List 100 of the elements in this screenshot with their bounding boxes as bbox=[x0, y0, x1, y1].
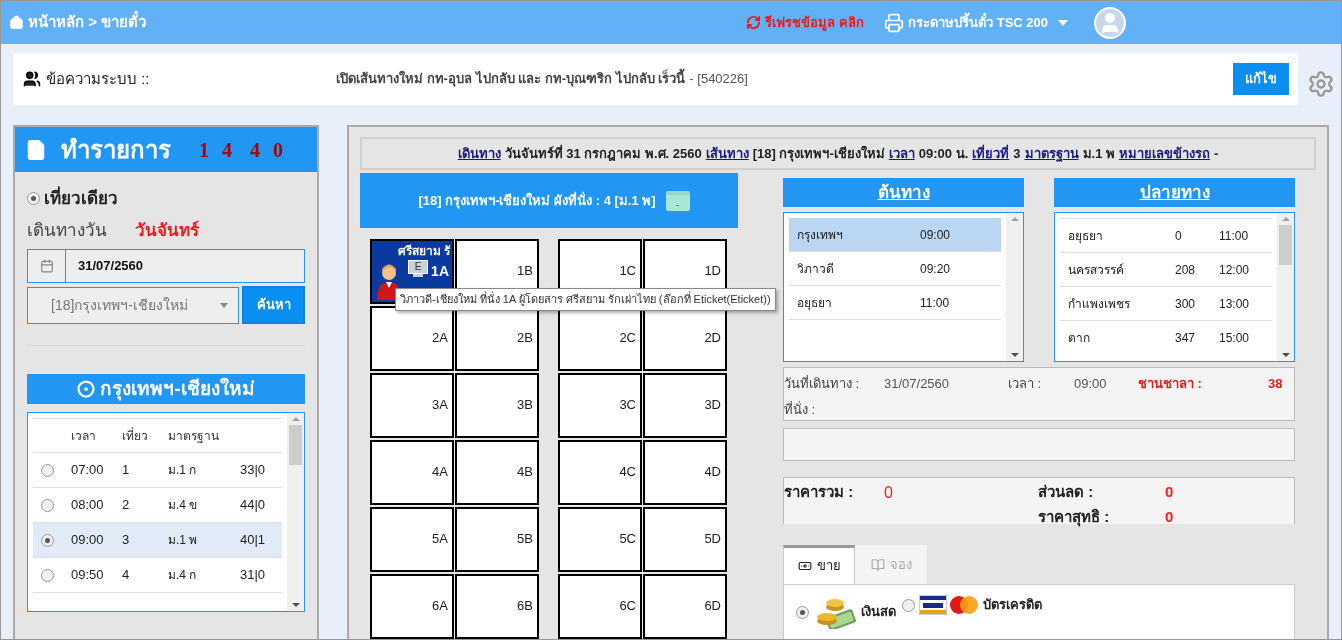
trip-type-label: เที่ยวเดียว bbox=[44, 186, 118, 212]
price-value: 0 bbox=[1165, 482, 1174, 502]
list-header: ต้นทาง bbox=[783, 178, 1024, 207]
printer-icon bbox=[884, 12, 905, 33]
seat[interactable]: 6B bbox=[455, 574, 539, 639]
trip-row[interactable]: 07:00 1 ม.1 ก 33|0 bbox=[33, 453, 282, 488]
seat[interactable]: 5A bbox=[370, 507, 454, 572]
payment-label: เงินสด bbox=[861, 603, 896, 622]
date-label: เดินทางวัน bbox=[27, 219, 108, 242]
radio-button[interactable] bbox=[902, 598, 915, 612]
scrollbar[interactable] bbox=[287, 413, 304, 611]
info-link[interactable]: เที่ยวที่ bbox=[972, 143, 1010, 164]
route-select[interactable]: [18]กรุงเทพฯ-เชียงใหม่ bbox=[27, 286, 240, 324]
seat[interactable]: 5C bbox=[558, 507, 642, 572]
passenger-name: ศรีสยาม รั bbox=[397, 243, 450, 260]
seat-map-header: [18] กรุงเทพฯ-เชียงใหม่ ผังที่นั่ง : 4 [ม.1 พ] - bbox=[360, 173, 738, 228]
panel-title: ทำรายการ bbox=[61, 134, 171, 165]
settings-icon[interactable] bbox=[1307, 70, 1335, 98]
seat[interactable]: 5D bbox=[643, 507, 727, 572]
seat[interactable]: 3D bbox=[643, 373, 727, 438]
card-icon bbox=[949, 595, 979, 615]
column-header: เวลา bbox=[71, 427, 97, 445]
platform-value: 38 bbox=[1268, 375, 1283, 393]
column-header: เที่ยว bbox=[122, 426, 149, 445]
info-link[interactable]: มาตรฐาน bbox=[1024, 143, 1079, 164]
price-label: ราคารวม : bbox=[784, 482, 855, 502]
seat[interactable]: 3C bbox=[558, 373, 642, 438]
scrollbar[interactable] bbox=[1006, 213, 1023, 361]
stop-row[interactable]: วิภาวดี 09:20 bbox=[789, 252, 1001, 286]
caret-icon bbox=[1058, 19, 1068, 26]
message-code: - [540226] bbox=[689, 70, 748, 89]
users-icon bbox=[23, 70, 41, 88]
trip-row[interactable]: 09:00 3 ม.1 พ 40|1 bbox=[33, 523, 282, 558]
seat[interactable]: 6A bbox=[370, 574, 454, 639]
price-value: 0 bbox=[884, 483, 894, 503]
seat[interactable]: 5B bbox=[455, 507, 539, 572]
column-header: มาตรฐาน bbox=[168, 427, 219, 445]
seat[interactable]: 4A bbox=[370, 440, 454, 505]
payment-label: บัตรเครดิต bbox=[983, 596, 1042, 615]
route-header: กรุงเทพฯ-เชียงใหม่ bbox=[27, 374, 305, 404]
info-link[interactable]: หมายเลขข้างรถ bbox=[1119, 143, 1210, 164]
day-label: วันจันทร์ bbox=[135, 219, 199, 242]
seat[interactable]: 3B bbox=[455, 373, 539, 438]
message-label: ข้อความระบบ :: bbox=[46, 68, 151, 89]
caret-icon bbox=[220, 302, 229, 308]
tab[interactable]: ขาย bbox=[783, 545, 855, 584]
summary-value: 31/07/2560 bbox=[884, 375, 951, 393]
info-link[interactable]: เวลา bbox=[888, 143, 915, 164]
info-text: 3 bbox=[1013, 144, 1021, 163]
seat[interactable]: 3A bbox=[370, 373, 454, 438]
seat[interactable]: 6D bbox=[643, 574, 727, 639]
monitor-icon: E bbox=[408, 260, 428, 277]
price-label: ราคาสุทธิ : bbox=[1038, 506, 1111, 528]
home-icon bbox=[9, 15, 24, 30]
stop-row[interactable]: กรุงเทพฯ 09:00 bbox=[789, 218, 1001, 252]
stop-row[interactable]: อยุธยา 0 11:00 bbox=[1060, 218, 1272, 252]
seat[interactable]: 4D bbox=[643, 440, 727, 505]
info-text: 09:00 น. bbox=[918, 144, 969, 163]
book-icon bbox=[870, 557, 885, 572]
summary-value: 09:00 bbox=[1074, 375, 1108, 393]
seat[interactable]: 2A bbox=[370, 306, 454, 371]
counter: 1 4 bbox=[199, 137, 236, 163]
target-icon bbox=[77, 380, 96, 398]
summary-label: วันที่เดินทาง : bbox=[784, 374, 861, 393]
list-header: ปลายทาง bbox=[1054, 178, 1295, 207]
info-link[interactable]: เส้นทาง bbox=[705, 143, 749, 164]
scrollbar[interactable] bbox=[1277, 213, 1294, 361]
seat[interactable]: 4B bbox=[455, 440, 539, 505]
radio-button[interactable] bbox=[796, 605, 809, 619]
summary-label: เวลา : bbox=[1008, 375, 1043, 393]
info-text: [18] กรุงเทพฯ-เชียงใหม่ bbox=[752, 144, 885, 164]
date-field[interactable]: 31/07/2560 bbox=[27, 249, 305, 283]
banknote-icon bbox=[797, 559, 812, 573]
trip-row[interactable]: 09:50 4 ม.4 ก 31|0 bbox=[33, 558, 282, 593]
stop-row[interactable]: ตาก 347 15:00 bbox=[1060, 320, 1272, 354]
info-text: วันจันทร์ที่ 31 กรกฎาคม พ.ศ. 2560 bbox=[504, 143, 702, 163]
radio-button[interactable] bbox=[41, 498, 54, 512]
tooltip: วิภาวดี-เชียงใหม่ ที่นั่ง 1A ผู้โดยสาร ศรีสยาม รักเผ่าไทย (ล๊อกที่ Eticket(Eticket)) bbox=[395, 288, 776, 311]
summary-label: ที่นั่ง : bbox=[784, 400, 816, 419]
counter: 4 0 bbox=[250, 137, 287, 163]
card-icon bbox=[919, 595, 947, 615]
stop-row[interactable]: นครสวรรค์ 208 12:00 bbox=[1060, 252, 1272, 286]
calendar-icon bbox=[39, 259, 54, 273]
platform-label: ชานชาลา : bbox=[1138, 375, 1203, 393]
seat[interactable]: 6C bbox=[558, 574, 642, 639]
document-icon bbox=[25, 138, 47, 161]
price-value: 0 bbox=[1165, 506, 1174, 527]
radio-button[interactable] bbox=[41, 533, 54, 547]
message-text: เปิดเส้นทางใหม่ กท-อุบล ไปกลับ และ กท-บุณฑริก ไปกลับ เร็วนี้ bbox=[336, 69, 686, 89]
stop-row[interactable]: กำแพงเพชร 300 13:00 bbox=[1060, 286, 1272, 320]
seat-field[interactable] bbox=[783, 428, 1295, 461]
seat[interactable]: 4C bbox=[558, 440, 642, 505]
price-label: ส่วนลด : bbox=[1038, 482, 1095, 502]
info-link[interactable]: เดินทาง bbox=[457, 143, 501, 164]
radio-button[interactable] bbox=[27, 192, 40, 206]
avatar[interactable] bbox=[1094, 6, 1126, 39]
radio-button[interactable] bbox=[41, 463, 54, 477]
radio-button[interactable] bbox=[41, 568, 54, 582]
stop-row[interactable]: อยุธยา 11:00 bbox=[789, 286, 1001, 320]
info-text: - bbox=[1214, 144, 1219, 163]
